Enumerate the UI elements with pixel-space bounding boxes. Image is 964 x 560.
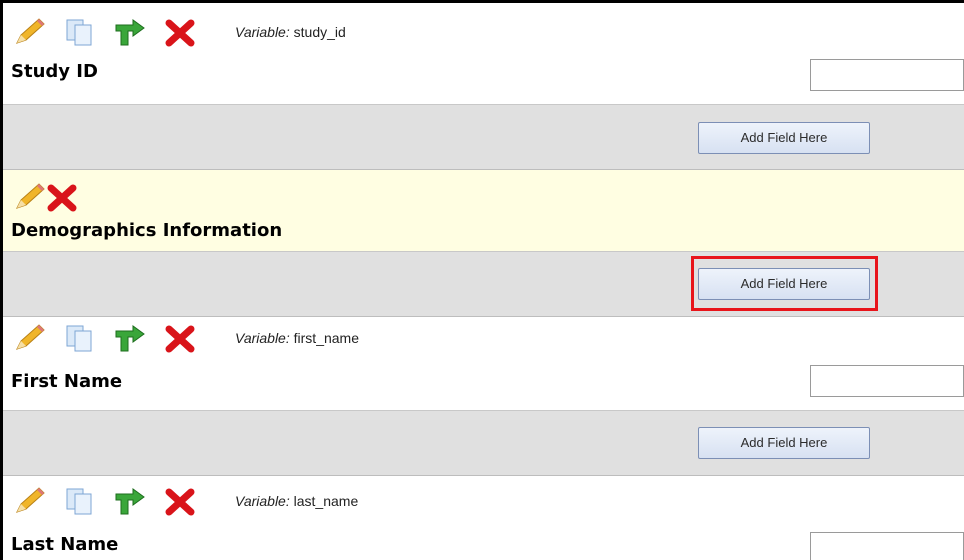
field-label: Last Name xyxy=(11,534,119,555)
pencil-icon[interactable] xyxy=(13,323,47,353)
variable-name: Variable: first_name xyxy=(235,330,359,346)
pencil-icon[interactable] xyxy=(13,182,45,212)
field-row-study-id: Variable: study_id Study ID xyxy=(3,3,964,105)
variable-value: last_name xyxy=(293,493,359,509)
field-toolbar: Variable: last_name xyxy=(13,486,358,516)
add-field-button[interactable]: Add Field Here xyxy=(698,427,870,459)
section-header-row: Demographics Information xyxy=(3,170,964,252)
variable-label: Variable: xyxy=(235,330,290,346)
variable-value: first_name xyxy=(293,330,359,346)
field-label: Study ID xyxy=(11,61,98,82)
move-arrow-icon[interactable] xyxy=(113,323,147,353)
move-arrow-icon[interactable] xyxy=(113,486,147,516)
first-name-input[interactable] xyxy=(810,365,964,397)
variable-value: study_id xyxy=(293,24,346,40)
field-toolbar: Variable: first_name xyxy=(13,323,359,353)
add-field-button[interactable]: Add Field Here xyxy=(698,122,870,154)
variable-name: Variable: study_id xyxy=(235,24,346,40)
delete-x-icon[interactable] xyxy=(163,323,197,353)
form-designer: Variable: study_id Study ID Add Field He… xyxy=(0,0,964,560)
variable-label: Variable: xyxy=(235,493,290,509)
pencil-icon[interactable] xyxy=(13,17,47,47)
field-toolbar: Variable: study_id xyxy=(13,17,346,47)
study-id-input[interactable] xyxy=(810,59,964,91)
delete-x-icon[interactable] xyxy=(45,182,77,212)
add-field-row: Add Field Here xyxy=(3,105,964,170)
section-header-title: Demographics Information xyxy=(11,220,283,241)
add-field-row: Add Field Here xyxy=(3,411,964,476)
variable-label: Variable: xyxy=(235,24,290,40)
delete-x-icon[interactable] xyxy=(163,486,197,516)
copy-icon[interactable] xyxy=(63,17,97,47)
field-row-first-name: Variable: first_name First Name xyxy=(3,317,964,411)
pencil-icon[interactable] xyxy=(13,486,47,516)
add-field-button[interactable]: Add Field Here xyxy=(698,268,870,300)
copy-icon[interactable] xyxy=(63,323,97,353)
add-field-row-highlighted: Add Field Here xyxy=(3,252,964,317)
field-row-last-name: Variable: last_name Last Name xyxy=(3,476,964,560)
copy-icon[interactable] xyxy=(63,486,97,516)
last-name-input[interactable] xyxy=(810,532,964,560)
delete-x-icon[interactable] xyxy=(163,17,197,47)
move-arrow-icon[interactable] xyxy=(113,17,147,47)
field-label: First Name xyxy=(11,371,123,392)
section-toolbar xyxy=(13,182,77,212)
variable-name: Variable: last_name xyxy=(235,493,358,509)
